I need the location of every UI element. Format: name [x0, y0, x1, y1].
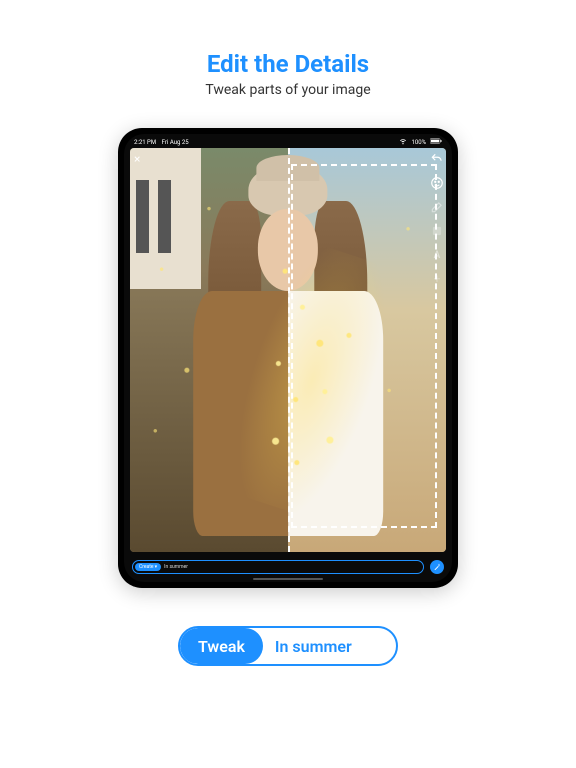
status-left: 2:21 PM Fri Aug 25: [134, 139, 189, 146]
editor-canvas[interactable]: [130, 148, 446, 552]
status-time: 2:21 PM: [134, 139, 156, 146]
battery-icon: [430, 138, 442, 146]
page-subheading: Tweak parts of your image: [205, 82, 370, 98]
tweak-text: In summer: [275, 637, 352, 656]
right-toolbar: A +: [430, 152, 444, 286]
undo-icon[interactable]: [430, 152, 444, 166]
layers-icon[interactable]: [430, 224, 444, 238]
tablet-frame: 2:21 PM Fri Aug 25 100%: [118, 128, 458, 588]
prompt-bar: Create ▾ In summer: [132, 560, 444, 574]
page-heading: Edit the Details: [207, 50, 369, 78]
close-button[interactable]: ×: [134, 152, 140, 166]
mode-label: Create: [139, 564, 154, 570]
wifi-icon: [399, 137, 407, 147]
tweak-pill[interactable]: Tweak In summer: [178, 626, 398, 666]
mode-chip[interactable]: Create ▾: [135, 563, 161, 571]
brush-icon[interactable]: [430, 200, 444, 214]
chevron-down-icon: ▾: [155, 564, 158, 570]
text-tool-icon[interactable]: A: [430, 248, 444, 262]
tablet-screen: 2:21 PM Fri Aug 25 100%: [124, 134, 452, 582]
status-bar: 2:21 PM Fri Aug 25 100%: [124, 134, 452, 148]
status-right: 100%: [399, 137, 442, 147]
generate-button[interactable]: [430, 560, 444, 574]
tweak-chip[interactable]: Tweak: [180, 628, 263, 664]
prompt-text: In summer: [164, 564, 188, 570]
selection-marquee[interactable]: [291, 164, 436, 528]
battery-percent: 100%: [411, 139, 426, 146]
home-indicator: [253, 578, 323, 580]
prompt-input[interactable]: Create ▾ In summer: [132, 560, 424, 574]
status-date: Fri Aug 25: [162, 139, 189, 146]
face-retouch-icon[interactable]: [430, 176, 444, 190]
compare-divider[interactable]: [288, 148, 290, 552]
add-icon[interactable]: +: [430, 272, 444, 286]
